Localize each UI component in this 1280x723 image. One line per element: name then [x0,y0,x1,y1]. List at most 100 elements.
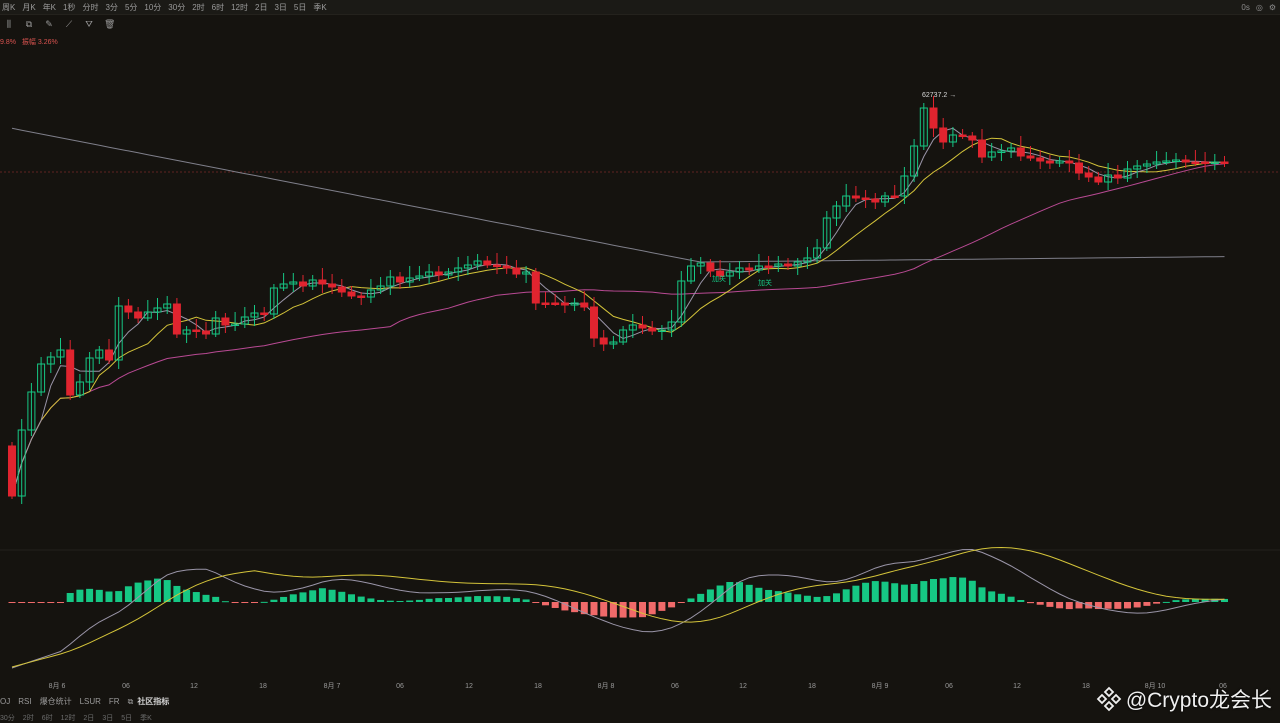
candle-body [580,302,589,308]
candle-body [1075,162,1083,174]
sub-interval-0[interactable]: 30分 [0,713,15,723]
macd-histogram-bar [47,602,55,603]
macd-histogram-bar [124,586,132,602]
candle-body [172,303,181,335]
macd-histogram-bar [871,581,879,602]
macd-histogram-bar [299,592,307,602]
interval-15[interactable]: 季K [313,2,326,13]
macd-histogram-bar [551,602,559,608]
macd-histogram-bar [852,585,860,602]
interval-14[interactable]: 5日 [294,2,306,13]
interval-1[interactable]: 月K [22,2,35,13]
x-axis-tick-label: 12 [465,683,473,690]
high-price-label: 62737.2 → [922,92,956,99]
diamond-logo-icon [1096,686,1122,712]
candle-body [8,445,16,497]
sub-interval-5[interactable]: 3日 [102,713,113,723]
indicator-tab-2[interactable]: 爆仓统计 [40,696,72,707]
macd-histogram-bar [658,602,666,611]
interval-11[interactable]: 12时 [231,2,248,13]
macd-histogram-bar [522,599,530,602]
macd-histogram-bar [862,582,870,602]
macd-histogram-bar [445,597,452,602]
interval-7[interactable]: 10分 [144,2,161,13]
interval-6[interactable]: 5分 [125,2,137,13]
candle-body [221,317,230,326]
candle-body [1036,157,1045,162]
interval-13[interactable]: 3日 [274,2,286,13]
filter-icon[interactable]: ⛛ [84,19,94,30]
indicator-tab-1[interactable]: RSI [18,697,31,706]
macd-histogram-bar [105,591,113,602]
interval-list: 周K 月K 年K 1秒 分时 3分 5分 10分 30分 2时 6时 12时 2日 3日 5日 季K [0,2,334,13]
candle-body [512,267,521,275]
sub-interval-6[interactable]: 5日 [121,713,132,723]
settings-icon[interactable]: ⚙ [1269,3,1276,12]
indicator-tabs: OJ RSI 爆仓统计 LSUR FR ⧉ 社区指标 [0,696,177,707]
candlestick-icon[interactable]: ⫼ [4,19,14,30]
candle-body [1065,160,1074,164]
ma-mid-line [11,137,1225,497]
interval-3[interactable]: 1秒 [63,2,75,13]
macd-histogram-bar [415,599,423,602]
candle-body [590,306,598,339]
annotation-label: 加关 [712,274,726,283]
macd-histogram-bar [1153,602,1161,604]
watermark-text: @Crypto龙会长 [1125,689,1272,712]
macd-histogram-bar [435,598,443,602]
macd-histogram-bar [386,600,394,602]
candle-body [347,291,356,297]
macd-histogram-bar [1007,596,1015,602]
candle-body [1045,160,1054,164]
indicator-tab-0[interactable]: OJ [0,697,10,706]
interval-8[interactable]: 30分 [168,2,185,13]
macd-histogram-bar [803,595,811,602]
macd-histogram-bar [1056,602,1064,609]
macd-histogram-bar [939,578,947,602]
candle-body [434,271,443,276]
sub-interval-1[interactable]: 2时 [23,713,34,723]
interval-4[interactable]: 分时 [82,2,98,13]
interval-10[interactable]: 6时 [212,2,224,13]
macd-histogram-bar [270,599,278,602]
community-indicators-tab[interactable]: 社区指标 [137,696,169,707]
macd-histogram-bar [1027,602,1034,604]
candle-body [929,107,938,129]
macd-histogram-bar [377,599,385,602]
interval-12[interactable]: 2日 [255,2,267,13]
x-axis-tick-label: 06 [671,683,679,690]
sub-interval-3[interactable]: 12时 [61,713,76,723]
edit-icon[interactable]: ✎ [44,19,54,30]
interval-0[interactable]: 周K [2,2,15,13]
macd-histogram-bar [891,583,899,602]
indicator-tab-4[interactable]: FR [109,697,120,706]
candle-body [764,265,773,268]
sub-interval-4[interactable]: 2日 [83,713,94,723]
copy-icon[interactable]: ⧉ [24,19,34,30]
candle-body [1220,161,1229,164]
indicator-tab-3[interactable]: LSUR [80,697,101,706]
macd-histogram-bar [532,602,540,603]
interval-5[interactable]: 3分 [105,2,117,13]
x-axis-tick-label: 8月 7 [324,682,341,690]
candle-body [1201,161,1210,164]
candle-body [1094,176,1103,183]
draw-icon[interactable]: ⟋ [64,19,74,30]
price-chart[interactable]: 62737.2 → 加关 加关 8月 6 06 12 18 8月 7 06 12 18 8月 8 06 1… [0,36,1280,693]
camera-icon[interactable]: ◎ [1256,3,1263,12]
macd-histogram-bar [1143,602,1151,606]
macd-histogram-bar [27,602,35,603]
macd-histogram-bar [474,596,482,602]
macd-histogram-bar [687,598,695,602]
macd-histogram-bar [212,596,220,602]
sub-interval-2[interactable]: 6时 [42,713,53,723]
interval-2[interactable]: 年K [43,2,56,13]
sub-interval-7[interactable]: 季K [140,713,152,723]
macd-histogram-bar [677,602,685,603]
macd-histogram-bar [425,598,433,602]
interval-9[interactable]: 2时 [192,2,204,13]
trash-icon[interactable]: 🗑 [104,19,115,30]
community-icon: ⧉ [127,696,134,706]
macd-histogram-bar [930,578,937,602]
macd-histogram-bar [18,602,26,603]
